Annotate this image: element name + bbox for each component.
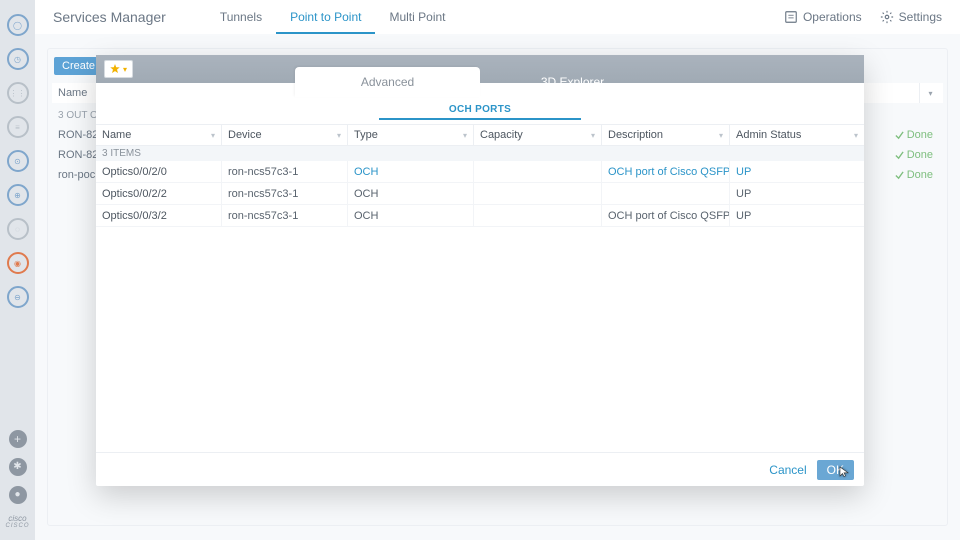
cell-device: ron-ncs57c3-1 [222, 183, 348, 204]
cell-type: OCH [348, 205, 474, 226]
col-description[interactable]: Description▾ [602, 125, 730, 145]
sidebar-item-8[interactable]: ◉ [7, 252, 29, 274]
grid-header: Name▾ Device▾ Type▾ Capacity▾ Descriptio… [96, 124, 864, 146]
sidebar-item-7[interactable]: ◌ [7, 218, 29, 240]
cell-capacity [474, 161, 602, 182]
cell-type: OCH [348, 183, 474, 204]
modal-body: OCH PORTS Name▾ Device▾ Type▾ Capacity▾ … [96, 83, 864, 452]
cell-name: Optics0/0/3/2 [96, 205, 222, 226]
chevron-down-icon: ▾ [123, 65, 127, 74]
table-row[interactable]: Optics0/0/2/2ron-ncs57c3-1OCH UP [96, 183, 864, 205]
modal-footer: Cancel OK [96, 452, 864, 486]
star-icon [110, 64, 120, 74]
cursor-icon [839, 466, 851, 478]
page-title: Services Manager [53, 9, 166, 25]
cell-name: Optics0/0/2/2 [96, 183, 222, 204]
nav-multi-point[interactable]: Multi Point [375, 0, 459, 34]
cell-type: OCH [348, 161, 474, 182]
favorite-button[interactable]: ▾ [104, 60, 133, 78]
main-nav: Tunnels Point to Point Multi Point [206, 0, 460, 34]
operations-link[interactable]: Operations [784, 10, 862, 24]
col-type[interactable]: Type▾ [348, 125, 474, 145]
cell-capacity [474, 205, 602, 226]
nav-point-to-point[interactable]: Point to Point [276, 0, 375, 34]
sidebar-item-4[interactable]: ≡ [7, 116, 29, 138]
tab-advanced[interactable]: Advanced [295, 67, 480, 97]
sidebar-item-3[interactable]: ⋮⋮ [7, 82, 29, 104]
cell-description: OCH port of Cisco QSFPDD 400G … [602, 161, 730, 182]
cell-admin: UP [730, 161, 864, 182]
port-picker-modal: ▾ Advanced 3D Explorer OCH PORTS Name▾ D… [96, 55, 864, 486]
sidebar-item-1[interactable]: ◯ [7, 14, 29, 36]
bg-dropdown-toggle[interactable]: ▾ [919, 83, 941, 103]
nav-tunnels[interactable]: Tunnels [206, 0, 276, 34]
cancel-button[interactable]: Cancel [769, 463, 806, 477]
modal-tabs: Advanced 3D Explorer [295, 67, 665, 97]
modal-overlay: ▾ Advanced 3D Explorer OCH PORTS Name▾ D… [0, 0, 960, 540]
settings-link[interactable]: Settings [880, 10, 942, 24]
cell-admin: UP [730, 183, 864, 204]
cell-capacity [474, 183, 602, 204]
sidebar-item-5[interactable]: ⊙ [7, 150, 29, 172]
cell-admin: UP [730, 205, 864, 226]
footer-user-icon[interactable]: ● [9, 486, 27, 504]
cell-description: OCH port of Cisco QSFPDD 400G … [602, 205, 730, 226]
bg-name-header[interactable]: Name [58, 87, 87, 99]
left-sidebar: ◯ ◷ ⋮⋮ ≡ ⊙ ⊕ ◌ ◉ ⊖ + ✱ ● cisco CISCO [0, 0, 35, 540]
grid-body: Optics0/0/2/0ron-ncs57c3-1OCHOCH port of… [96, 161, 864, 227]
cell-device: ron-ncs57c3-1 [222, 205, 348, 226]
tab-3d-explorer[interactable]: 3D Explorer [480, 67, 665, 97]
table-row[interactable]: Optics0/0/2/0ron-ncs57c3-1OCH OCH port of… [96, 161, 864, 183]
subtab-och-ports[interactable]: OCH PORTS [96, 97, 864, 124]
sidebar-item-2[interactable]: ◷ [7, 48, 29, 70]
footer-gear-icon[interactable]: ✱ [9, 458, 27, 476]
gear-icon [880, 10, 894, 24]
sidebar-item-9[interactable]: ⊖ [7, 286, 29, 308]
sidebar-item-6[interactable]: ⊕ [7, 184, 29, 206]
app-header: Services Manager Tunnels Point to Point … [35, 0, 960, 34]
item-count: 3 ITEMS [96, 146, 864, 161]
footer-add-icon[interactable]: + [9, 430, 27, 448]
operations-label: Operations [803, 10, 862, 24]
cell-description [602, 183, 730, 204]
table-row[interactable]: Optics0/0/3/2ron-ncs57c3-1OCH OCH port of… [96, 205, 864, 227]
settings-label: Settings [899, 10, 942, 24]
col-name[interactable]: Name▾ [96, 125, 222, 145]
operations-icon [784, 10, 798, 24]
cell-name: Optics0/0/2/0 [96, 161, 222, 182]
brand-label: cisco CISCO [5, 509, 29, 540]
col-device[interactable]: Device▾ [222, 125, 348, 145]
ok-button[interactable]: OK [817, 460, 854, 480]
cell-device: ron-ncs57c3-1 [222, 161, 348, 182]
col-capacity[interactable]: Capacity▾ [474, 125, 602, 145]
col-admin-status[interactable]: Admin Status▾ [730, 125, 864, 145]
